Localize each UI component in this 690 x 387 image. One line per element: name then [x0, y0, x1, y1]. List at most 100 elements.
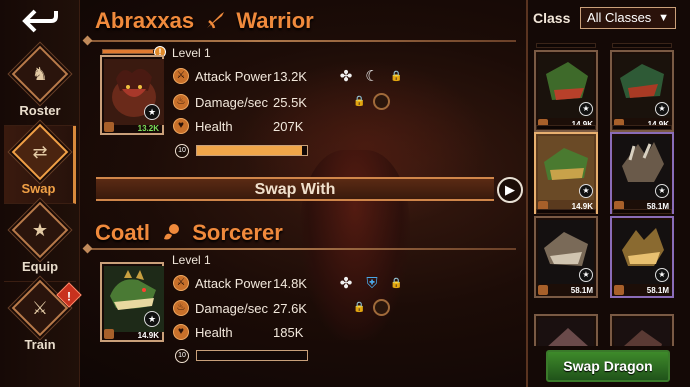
nav-label: Equip [21, 259, 59, 274]
heart-icon: ♥ [173, 118, 189, 134]
card-top-bar [536, 43, 596, 48]
card-top-bar [536, 125, 596, 130]
card-power: 58.1M [570, 286, 593, 295]
dragon-class: Warrior [236, 8, 314, 33]
dragon-level: Level 1 [172, 46, 211, 60]
equip-icon: ★ [31, 219, 49, 240]
class-filter-value: All Classes [587, 10, 652, 25]
class-filter-label: Class [533, 10, 571, 26]
dragon-grid-card[interactable]: ★ 14.9K [610, 43, 674, 132]
star-badge-icon: ★ [579, 184, 593, 198]
skill-tree-icon[interactable]: ✤ [336, 66, 356, 86]
lock-icon: 🔒 [353, 302, 366, 313]
card-power: 58.1M [646, 286, 669, 295]
swap-icon: ⇄ [32, 141, 48, 162]
class-badge-icon [104, 329, 114, 339]
swap-with-label: Swap With [254, 181, 336, 198]
stat-label: Attack Power [195, 276, 272, 291]
rune-slot[interactable] [373, 299, 390, 316]
title-divider [88, 248, 516, 250]
side-nav: ♞ Roster ⇄ Swap ★ Equip ⚔ ! Train [0, 0, 82, 387]
bottom-dragon-card[interactable]: ★ 14.9K [100, 262, 164, 342]
dragon-grid-card[interactable]: ★ 58.1M [610, 125, 674, 214]
star-badge-icon: ★ [655, 184, 669, 198]
dragon-thumbnail [538, 318, 594, 346]
top-dragon-title: Abraxxas Warrior [95, 8, 314, 34]
star-badge-icon: ★ [144, 311, 160, 327]
stat-value: 25.5K [273, 95, 307, 110]
class-filter-dropdown[interactable]: All Classes ▼ [580, 7, 676, 29]
swap-with-banner: Swap With [96, 177, 494, 201]
stat-label: Health [195, 119, 233, 134]
card-top-bar [536, 209, 596, 214]
lock-icon: 🔒 [353, 96, 366, 107]
card-top-bar [612, 209, 672, 214]
flame-icon: ♨ [173, 94, 189, 110]
card-top-bar [612, 43, 672, 48]
dragon-grid-card[interactable]: ★ 58.1M [610, 209, 674, 298]
star-badge-icon: ★ [579, 268, 593, 282]
dragon-grid-card[interactable]: ★ 14.9K [534, 43, 598, 132]
dragon-grid-card-selected[interactable]: ★ 14.9K [534, 125, 598, 214]
stat-value: 13.2K [273, 69, 307, 84]
top-dragon-card[interactable]: ★ 13.2K [100, 55, 164, 135]
star-badge-icon: ★ [655, 102, 669, 116]
skill-tree-icon[interactable]: ✤ [336, 273, 356, 293]
back-arrow-icon [22, 9, 58, 33]
dragon-name: Abraxxas [95, 8, 195, 33]
dragon-grid: ★ 14.9K ★ 14.9K ★ 14.9K ★ 58.1M ★ 58.1M [532, 36, 678, 346]
star-badge-icon: ★ [655, 268, 669, 282]
card-top-bar [612, 125, 672, 130]
star-badge-icon: ★ [144, 104, 160, 120]
dragon-class: Sorcerer [192, 220, 283, 245]
bottom-dragon-title: Coatl Sorcerer [95, 220, 283, 246]
bonus-bar [196, 350, 308, 361]
nav-swap[interactable]: ⇄ Swap [4, 123, 76, 204]
xp-bar [102, 49, 160, 54]
nav-roster[interactable]: ♞ Roster [4, 45, 76, 126]
lock-icon: 🔒 [390, 278, 403, 289]
bonus-level-icon: 10 [175, 144, 189, 158]
nav-label: Roster [19, 103, 61, 118]
stat-value: 207K [273, 119, 304, 134]
card-power: 13.2K [137, 124, 159, 133]
nav-train[interactable]: ⚔ ! Train [4, 279, 82, 360]
back-button[interactable] [10, 4, 70, 38]
class-badge-icon [104, 122, 114, 132]
card-power: 14.9K [137, 331, 159, 340]
bonus-level-icon: 10 [175, 349, 189, 363]
alert-text: ! [67, 289, 71, 304]
stat-value: 14.8K [273, 276, 307, 291]
alert-badge: ! [56, 282, 82, 308]
dragon-grid-card[interactable]: ★ 58.1M [534, 209, 598, 298]
stat-label: Attack Power [195, 69, 272, 84]
dropdown-arrow-icon: ▼ [658, 12, 669, 24]
train-icon: ⚔ [31, 297, 49, 318]
dragon-grid-card[interactable] [534, 314, 598, 346]
dragon-grid-card[interactable] [610, 314, 674, 346]
stat-label: Health [195, 325, 233, 340]
slash-skill-icon[interactable]: ☾ [362, 66, 382, 86]
swap-dragon-button[interactable]: Swap Dragon [546, 350, 670, 382]
star-badge-icon: ★ [579, 102, 593, 116]
swap-arrow-button[interactable]: ▶ [497, 177, 523, 203]
stat-label: Damage/sec [195, 301, 268, 316]
dragon-thumbnail [614, 318, 670, 346]
nav-label: Swap [21, 181, 56, 196]
stat-label: Damage/sec [195, 95, 268, 110]
rune-slot[interactable] [373, 93, 390, 110]
title-divider [88, 40, 516, 42]
sorcerer-class-icon [164, 224, 180, 240]
warrior-class-icon [207, 12, 225, 29]
dragon-level: Level 1 [172, 253, 211, 267]
heart-icon: ♥ [173, 324, 189, 340]
stat-value: 27.6K [273, 301, 307, 316]
flame-icon: ♨ [173, 300, 189, 316]
bonus-bar [196, 145, 308, 156]
attack-icon: ⚔ [173, 275, 189, 291]
nav-equip[interactable]: ★ Equip [4, 201, 76, 282]
shield-skill-icon[interactable]: ⛨ [362, 273, 382, 293]
stat-value: 185K [273, 325, 304, 340]
play-icon: ▶ [505, 182, 515, 197]
class-badge-icon [538, 285, 548, 295]
